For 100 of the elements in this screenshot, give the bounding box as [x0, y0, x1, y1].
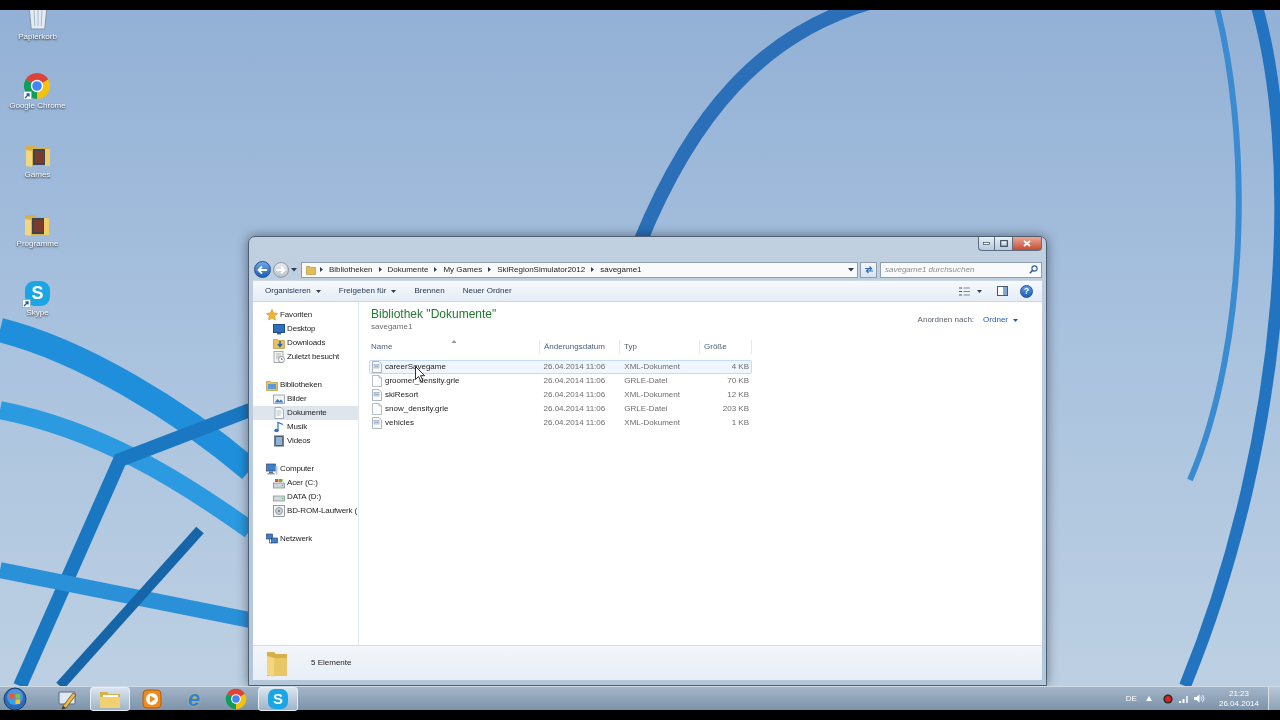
- refresh-button[interactable]: [860, 261, 877, 278]
- nav-item[interactable]: Desktop: [253, 322, 358, 336]
- modified-date: 26.04.2014 11:06: [543, 376, 606, 386]
- caret-icon[interactable]: [290, 267, 297, 272]
- file-name: vehicles: [385, 418, 414, 428]
- film-icon: [273, 435, 285, 447]
- nav-item[interactable]: Dokumente: [253, 406, 358, 420]
- file-row[interactable]: skiResort 26.04.2014 11:06 XML-Dokument 12 KB: [369, 388, 752, 402]
- minimize-icon: [983, 242, 990, 245]
- breadcrumb[interactable]: Bibliotheken: [328, 264, 373, 275]
- nav-item[interactable]: Downloads: [253, 336, 358, 350]
- monitor-icon: [273, 323, 285, 335]
- computer-icon: [266, 463, 278, 475]
- speaker-icon[interactable]: [1193, 694, 1205, 703]
- toolbar-button[interactable]: Organisieren: [256, 282, 330, 300]
- show-hidden-icons-icon[interactable]: [1145, 696, 1152, 701]
- toolbar-button[interactable]: Neuer Ordner: [453, 282, 521, 300]
- item-count: 5 Elemente: [311, 658, 352, 668]
- file-name: skiResort: [385, 390, 419, 400]
- nav-item[interactable]: Acer (C:): [253, 476, 358, 490]
- modified-date: 26.04.2014 11:06: [543, 362, 606, 372]
- column-header[interactable]: Name: [369, 340, 540, 354]
- download-folder-icon: [273, 337, 285, 349]
- file-size: 1 KB: [731, 418, 749, 428]
- folder-icon: [305, 264, 316, 275]
- caret-icon: [1013, 318, 1018, 322]
- caret-icon[interactable]: [848, 267, 854, 272]
- chevron-icon[interactable]: [488, 267, 492, 272]
- file-row[interactable]: vehicles 26.04.2014 11:06 XML-Dokument 1 KB: [369, 416, 752, 430]
- search-field[interactable]: savegame1 durchsuchen: [880, 261, 1042, 278]
- nav-item[interactable]: Bibliotheken: [253, 378, 358, 392]
- nav-item[interactable]: DATA (D:): [253, 490, 358, 504]
- chevron-icon[interactable]: [319, 267, 323, 272]
- modified-date: 26.04.2014 11:06: [543, 404, 606, 414]
- picture-icon: [273, 393, 285, 405]
- file-type: GRLE-Datei: [624, 376, 668, 386]
- chevron-icon[interactable]: [434, 267, 438, 272]
- help-button[interactable]: ?: [1020, 284, 1033, 298]
- xml-file-icon: [372, 417, 382, 429]
- minimize-button[interactable]: [978, 237, 995, 251]
- file-name: snow_density.grle: [385, 404, 449, 414]
- signal-bars-icon[interactable]: [1178, 694, 1188, 703]
- nav-item[interactable]: BD-ROM-Laufwerk (: [253, 504, 358, 518]
- arrange-dropdown[interactable]: Ordner: [983, 315, 1018, 325]
- toolbar-button[interactable]: Freigeben für: [329, 282, 406, 300]
- caret-icon[interactable]: [977, 289, 982, 293]
- browser-logo-icon: [23, 72, 52, 100]
- network-icon: [266, 533, 278, 545]
- chevron-icon[interactable]: [591, 267, 595, 272]
- xml-file-icon: [372, 389, 382, 401]
- library-title: Bibliothek "Dokumente": [371, 306, 497, 322]
- modified-date: 26.04.2014 11:06: [543, 390, 606, 400]
- nav-item[interactable]: Musik: [253, 420, 358, 434]
- column-header[interactable]: Änderungsdatum: [540, 340, 620, 354]
- refresh-icon: [863, 265, 874, 274]
- back-button[interactable]: [254, 261, 271, 278]
- file-row[interactable]: snow_density.grle 26.04.2014 11:06 GRLE-Datei 203 KB: [369, 402, 752, 416]
- taskbar-button[interactable]: [224, 686, 248, 711]
- star-icon: [266, 309, 278, 321]
- shortcut-arrow-icon: [23, 91, 33, 100]
- music-note-icon: [273, 421, 285, 433]
- record-icon[interactable]: [1162, 693, 1173, 704]
- preview-pane-icon[interactable]: [997, 286, 1008, 296]
- column-header[interactable]: Größe: [700, 340, 752, 354]
- breadcrumb[interactable]: savegame1: [600, 264, 642, 275]
- file-name: groomer_density.grle: [385, 376, 460, 386]
- file-size: 203 KB: [722, 404, 749, 414]
- arrow-right-icon: [274, 263, 287, 276]
- nav-item[interactable]: Zuletzt besucht: [253, 350, 358, 364]
- address-field[interactable]: Bibliotheken Dokumente My Games SkiRegionSimulator2012 savegame1: [300, 261, 858, 278]
- nav-item[interactable]: Bilder: [253, 392, 358, 406]
- nav-item[interactable]: Favoriten: [253, 308, 358, 322]
- recent-places-icon: [273, 351, 285, 363]
- nav-item[interactable]: Computer: [253, 462, 358, 476]
- file-size: 4 KB: [731, 362, 749, 372]
- search-icon[interactable]: [1029, 265, 1038, 274]
- folder-subtitle: savegame1: [371, 322, 414, 332]
- browser-logo-icon: [225, 687, 247, 710]
- taskbar-button[interactable]: [140, 686, 164, 711]
- disc-drive-icon: [273, 505, 285, 517]
- file-row[interactable]: groomer_density.grle 26.04.2014 11:06 GRLE-Datei 70 KB: [369, 374, 752, 388]
- maximize-button[interactable]: [995, 237, 1012, 251]
- file-row[interactable]: careerSavegame 26.04.2014 11:06 XML-Dokument 4 KB: [369, 360, 752, 374]
- breadcrumb[interactable]: SkiRegionSimulator2012: [497, 264, 586, 275]
- list-view-icon[interactable]: [959, 286, 970, 296]
- file-type: XML-Dokument: [624, 418, 680, 428]
- drive-icon: [273, 477, 285, 489]
- breadcrumb[interactable]: My Games: [443, 264, 483, 275]
- play-icon: [141, 687, 163, 710]
- breadcrumb[interactable]: Dokumente: [387, 264, 429, 275]
- orb-icon: [3, 686, 27, 711]
- column-header[interactable]: Typ: [620, 340, 700, 354]
- start-button[interactable]: [3, 686, 27, 711]
- close-button[interactable]: [1012, 237, 1042, 251]
- library-icon: [266, 379, 278, 391]
- toolbar-button[interactable]: Brennen: [405, 282, 454, 300]
- chevron-icon[interactable]: [378, 267, 382, 272]
- nav-item[interactable]: Netzwerk: [253, 532, 358, 546]
- nav-item[interactable]: Videos: [253, 434, 358, 448]
- file-icon: [372, 375, 382, 387]
